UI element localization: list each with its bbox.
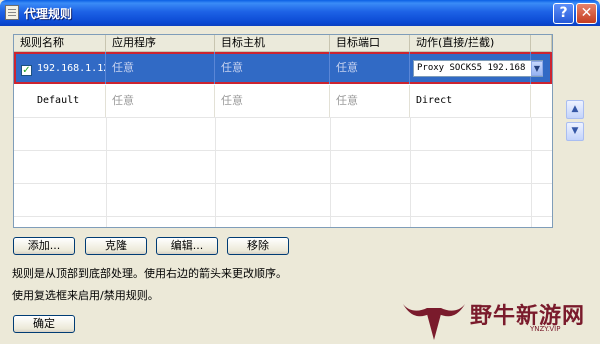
- chevron-down-icon[interactable]: ▼: [531, 61, 543, 76]
- arrow-down-icon: ▼: [571, 126, 579, 136]
- column-header-blank: [531, 35, 552, 51]
- add-button[interactable]: 添加...: [13, 237, 75, 255]
- column-header-rule-name[interactable]: 规则名称: [14, 35, 106, 51]
- rules-table: 规则名称 应用程序 目标主机 目标端口 动作(直接/拦截) 192.168.1.…: [13, 34, 553, 228]
- grid-line: [215, 118, 216, 227]
- grid-line: [330, 118, 331, 227]
- rule-name: 192.168.1.123: [37, 63, 105, 74]
- application-cell[interactable]: 任意: [106, 85, 215, 117]
- rule-name-cell: 192.168.1.123: [14, 52, 106, 84]
- table-row[interactable]: Default 任意 任意 任意 Direct: [14, 85, 552, 117]
- action-cell[interactable]: Direct: [410, 85, 531, 117]
- close-button[interactable]: ✕: [576, 3, 597, 24]
- bull-logo-icon: [403, 304, 465, 340]
- target-port-cell[interactable]: 任意: [330, 85, 410, 117]
- help-button[interactable]: ?: [553, 3, 574, 24]
- column-header-target-host[interactable]: 目标主机: [215, 35, 330, 51]
- target-host-cell[interactable]: 任意: [215, 85, 330, 117]
- grid-line: [14, 216, 552, 217]
- edit-button[interactable]: 编辑...: [156, 237, 218, 255]
- column-header-target-port[interactable]: 目标端口: [330, 35, 410, 51]
- rule-order-note: 规则是从顶部到底部处理。使用右边的箭头来更改顺序。: [12, 267, 287, 280]
- window-title: 代理规则: [24, 7, 73, 21]
- target-host-cell[interactable]: 任意: [215, 52, 330, 84]
- ok-button[interactable]: 确定: [13, 315, 75, 333]
- question-icon: ?: [559, 5, 568, 21]
- arrow-up-icon: ▲: [571, 104, 579, 114]
- grid-line: [14, 183, 552, 184]
- grid-line: [410, 118, 411, 227]
- remove-button[interactable]: 移除: [227, 237, 289, 255]
- title-bar: 代理规则 ? ✕: [0, 0, 600, 26]
- checkbox-note: 使用复选框来启用/禁用规则。: [12, 289, 159, 302]
- rule-name: Default: [14, 85, 106, 117]
- close-icon: ✕: [580, 5, 593, 21]
- watermark-text: 野牛新游网: [470, 304, 586, 329]
- grid-line: [531, 118, 532, 227]
- action-dropdown[interactable]: Proxy SOCKS5 192.168: [413, 60, 543, 77]
- column-header-application[interactable]: 应用程序: [106, 35, 215, 51]
- column-header-action[interactable]: 动作(直接/拦截): [410, 35, 531, 51]
- target-port-cell[interactable]: 任意: [330, 52, 410, 84]
- grid-line: [14, 117, 552, 118]
- grid-line: [106, 118, 107, 227]
- app-icon: [5, 5, 19, 20]
- grid-line: [14, 150, 552, 151]
- table-header: 规则名称 应用程序 目标主机 目标端口 动作(直接/拦截): [14, 35, 552, 52]
- clone-button[interactable]: 克隆: [85, 237, 147, 255]
- application-cell[interactable]: 任意: [106, 52, 215, 84]
- move-down-button[interactable]: ▼: [566, 122, 584, 141]
- move-up-button[interactable]: ▲: [566, 100, 584, 119]
- rule-enabled-checkbox[interactable]: [21, 65, 32, 76]
- watermark-url: YNZY.VIP: [530, 325, 561, 333]
